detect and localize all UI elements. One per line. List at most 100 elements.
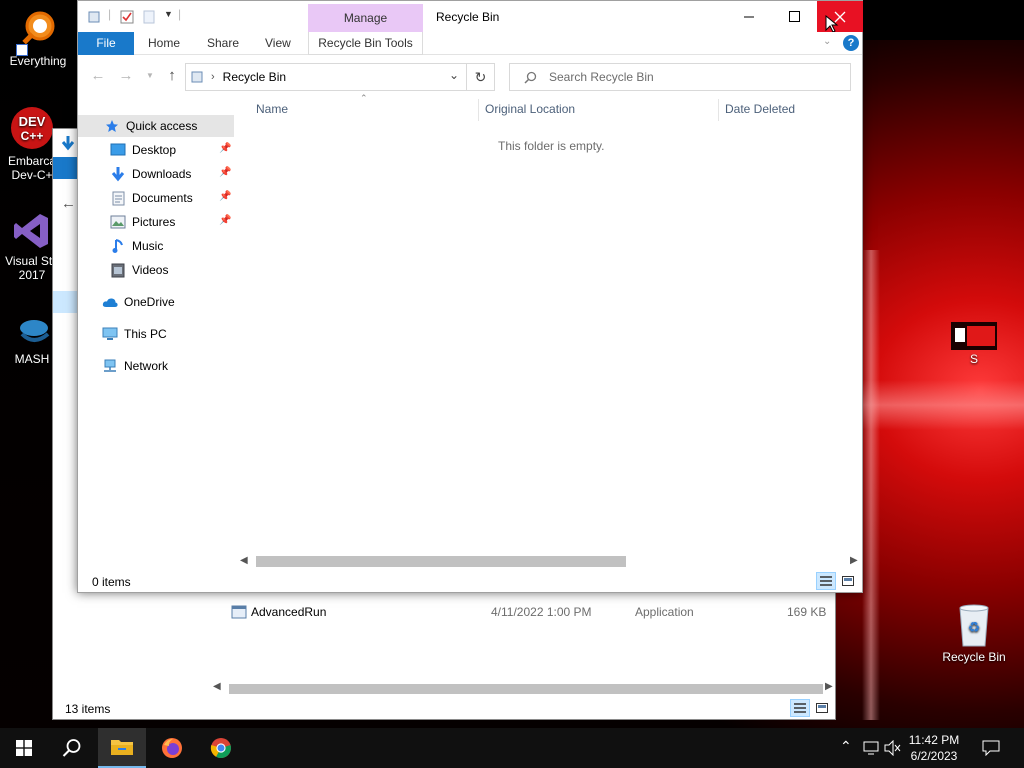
up-button[interactable]: ↑ — [162, 66, 182, 86]
qat-separator-2: | — [178, 7, 182, 21]
ribbon-expand-icon[interactable]: ⌄ — [823, 36, 831, 47]
mash-icon — [20, 320, 50, 342]
folder-icon — [111, 740, 133, 755]
desktop-icon-label: Everything — [9, 54, 67, 68]
maximize-button[interactable] — [771, 1, 817, 32]
sidebar-item-onedrive[interactable]: OneDrive — [102, 291, 175, 313]
shortcut-arrow-icon — [16, 44, 28, 56]
tab-share[interactable]: Share — [207, 32, 239, 55]
large-icons-view-icon[interactable] — [838, 572, 858, 590]
taskbar-file-explorer[interactable] — [98, 728, 146, 768]
breadcrumb[interactable]: Recycle Bin — [223, 70, 286, 84]
sidebar-item-network[interactable]: Network — [102, 355, 168, 377]
minimize-icon — [744, 16, 754, 17]
sidebar-item-documents[interactable]: Documents — [110, 187, 193, 209]
taskbar-firefox[interactable] — [148, 728, 196, 768]
mouse-cursor-icon — [825, 15, 839, 33]
tab-home[interactable]: Home — [148, 32, 180, 55]
music-note-icon — [110, 238, 126, 254]
show-hidden-icons-icon[interactable]: ⌃ — [840, 738, 852, 755]
sidebar-item-label: Desktop — [132, 143, 177, 157]
help-icon[interactable]: ? — [843, 35, 859, 51]
pin-icon[interactable]: 📌 — [219, 167, 231, 178]
clock-date: 6/2/2023 — [910, 749, 958, 763]
details-view-icon[interactable] — [790, 699, 810, 717]
desktop-icon-s[interactable]: S — [936, 322, 1012, 366]
sidebar-item-videos[interactable]: Videos — [110, 259, 168, 281]
sidebar-item-downloads[interactable]: Downloads — [110, 163, 191, 185]
pin-icon[interactable]: 📌 — [219, 215, 231, 226]
sidebar-item-label: Videos — [132, 263, 169, 277]
desktop-icon-recycle-bin[interactable]: ♻ Recycle Bin — [936, 602, 1012, 664]
desktop-icon-everything[interactable]: Everything — [0, 8, 76, 68]
horizontal-scrollbar[interactable]: ◀ ▶ — [238, 553, 862, 570]
system-clock[interactable]: 11:42 PM 6/2/2023 — [904, 732, 964, 764]
documents-icon — [110, 190, 126, 206]
column-divider[interactable] — [718, 99, 719, 121]
recent-locations-icon[interactable]: ▼ — [140, 66, 160, 86]
bg-window-selected-nav — [53, 291, 79, 313]
new-folder-icon[interactable] — [143, 10, 155, 24]
column-header-original-location[interactable]: Original Location — [485, 102, 575, 116]
table-row[interactable]: AdvancedRun 4/11/2022 1:00 PM Applicatio… — [229, 603, 829, 623]
notification-center-icon[interactable] — [982, 740, 1000, 756]
qat-dropdown-icon[interactable]: ▼ — [164, 9, 173, 19]
details-view-icon[interactable] — [816, 572, 836, 590]
bg-horizontal-scrollbar[interactable]: ◀ ▶ — [213, 681, 833, 697]
close-button[interactable] — [817, 1, 863, 32]
column-header-date-deleted[interactable]: Date Deleted — [725, 102, 795, 116]
forward-button[interactable]: → — [116, 66, 136, 86]
desktop-icon-label: MASH — [14, 352, 50, 366]
search-button[interactable] — [48, 728, 96, 768]
start-button[interactable] — [0, 728, 48, 768]
network-status-icon[interactable] — [862, 740, 880, 756]
recycle-bin-window[interactable]: | ▼ | Manage Recycle Bin File Home Share… — [77, 0, 863, 593]
sidebar-item-desktop[interactable]: Desktop — [110, 139, 176, 161]
taskbar-chrome[interactable] — [197, 728, 245, 768]
desktop-icon-label-2: 2017 — [18, 268, 46, 282]
tab-file[interactable]: File — [78, 32, 134, 55]
breadcrumb-chevron-icon[interactable]: › — [211, 71, 215, 83]
tab-recycle-bin-tools[interactable]: Recycle Bin Tools — [308, 32, 423, 55]
sidebar-item-music[interactable]: Music — [110, 235, 163, 257]
refresh-button[interactable]: ↻ — [467, 63, 495, 91]
file-type: Application — [635, 605, 694, 619]
cloud-icon — [102, 294, 118, 310]
sidebar-item-label: Music — [132, 239, 164, 253]
bg-window-file-tab[interactable] — [53, 157, 79, 179]
title-bar[interactable]: | ▼ | Manage Recycle Bin — [78, 1, 863, 33]
pin-icon[interactable]: 📌 — [219, 191, 231, 202]
scroll-thumb[interactable] — [256, 556, 626, 567]
tab-view[interactable]: View — [265, 32, 291, 55]
scroll-thumb[interactable] — [229, 684, 823, 694]
pictures-icon — [110, 214, 126, 230]
properties-icon[interactable] — [120, 10, 134, 24]
address-dropdown-icon[interactable]: ⌄ — [449, 68, 459, 82]
recycle-bin-small-icon — [88, 11, 100, 23]
column-divider[interactable] — [478, 99, 479, 121]
scroll-right-icon[interactable]: ▶ — [850, 555, 858, 566]
large-icons-view-icon[interactable] — [812, 699, 832, 717]
window-title: Recycle Bin — [436, 10, 500, 24]
back-arrow-icon[interactable]: ← — [61, 195, 76, 212]
manage-context-tab[interactable]: Manage — [308, 4, 423, 32]
svg-text:♻: ♻ — [968, 620, 981, 636]
scroll-left-icon[interactable]: ◀ — [213, 681, 221, 692]
sidebar-item-quick-access[interactable]: Quick access — [104, 115, 197, 137]
address-bar[interactable]: › Recycle Bin ⌄ — [185, 63, 467, 91]
sidebar-item-label: Quick access — [126, 119, 198, 133]
volume-muted-icon[interactable] — [884, 740, 902, 756]
empty-folder-message: This folder is empty. — [498, 139, 605, 153]
file-date: 4/11/2022 1:00 PM — [491, 605, 592, 619]
application-icon — [231, 605, 247, 619]
scroll-right-icon[interactable]: ▶ — [825, 681, 833, 692]
windows-logo-icon — [16, 740, 32, 756]
back-button[interactable]: ← — [88, 66, 108, 86]
minimize-button[interactable] — [726, 1, 772, 32]
pin-icon[interactable]: 📌 — [219, 143, 231, 154]
sidebar-item-this-pc[interactable]: This PC — [102, 323, 167, 345]
scroll-left-icon[interactable]: ◀ — [240, 555, 248, 566]
column-header-name[interactable]: Name — [256, 102, 288, 116]
search-input[interactable]: Search Recycle Bin — [509, 63, 851, 91]
sidebar-item-pictures[interactable]: Pictures — [110, 211, 175, 233]
